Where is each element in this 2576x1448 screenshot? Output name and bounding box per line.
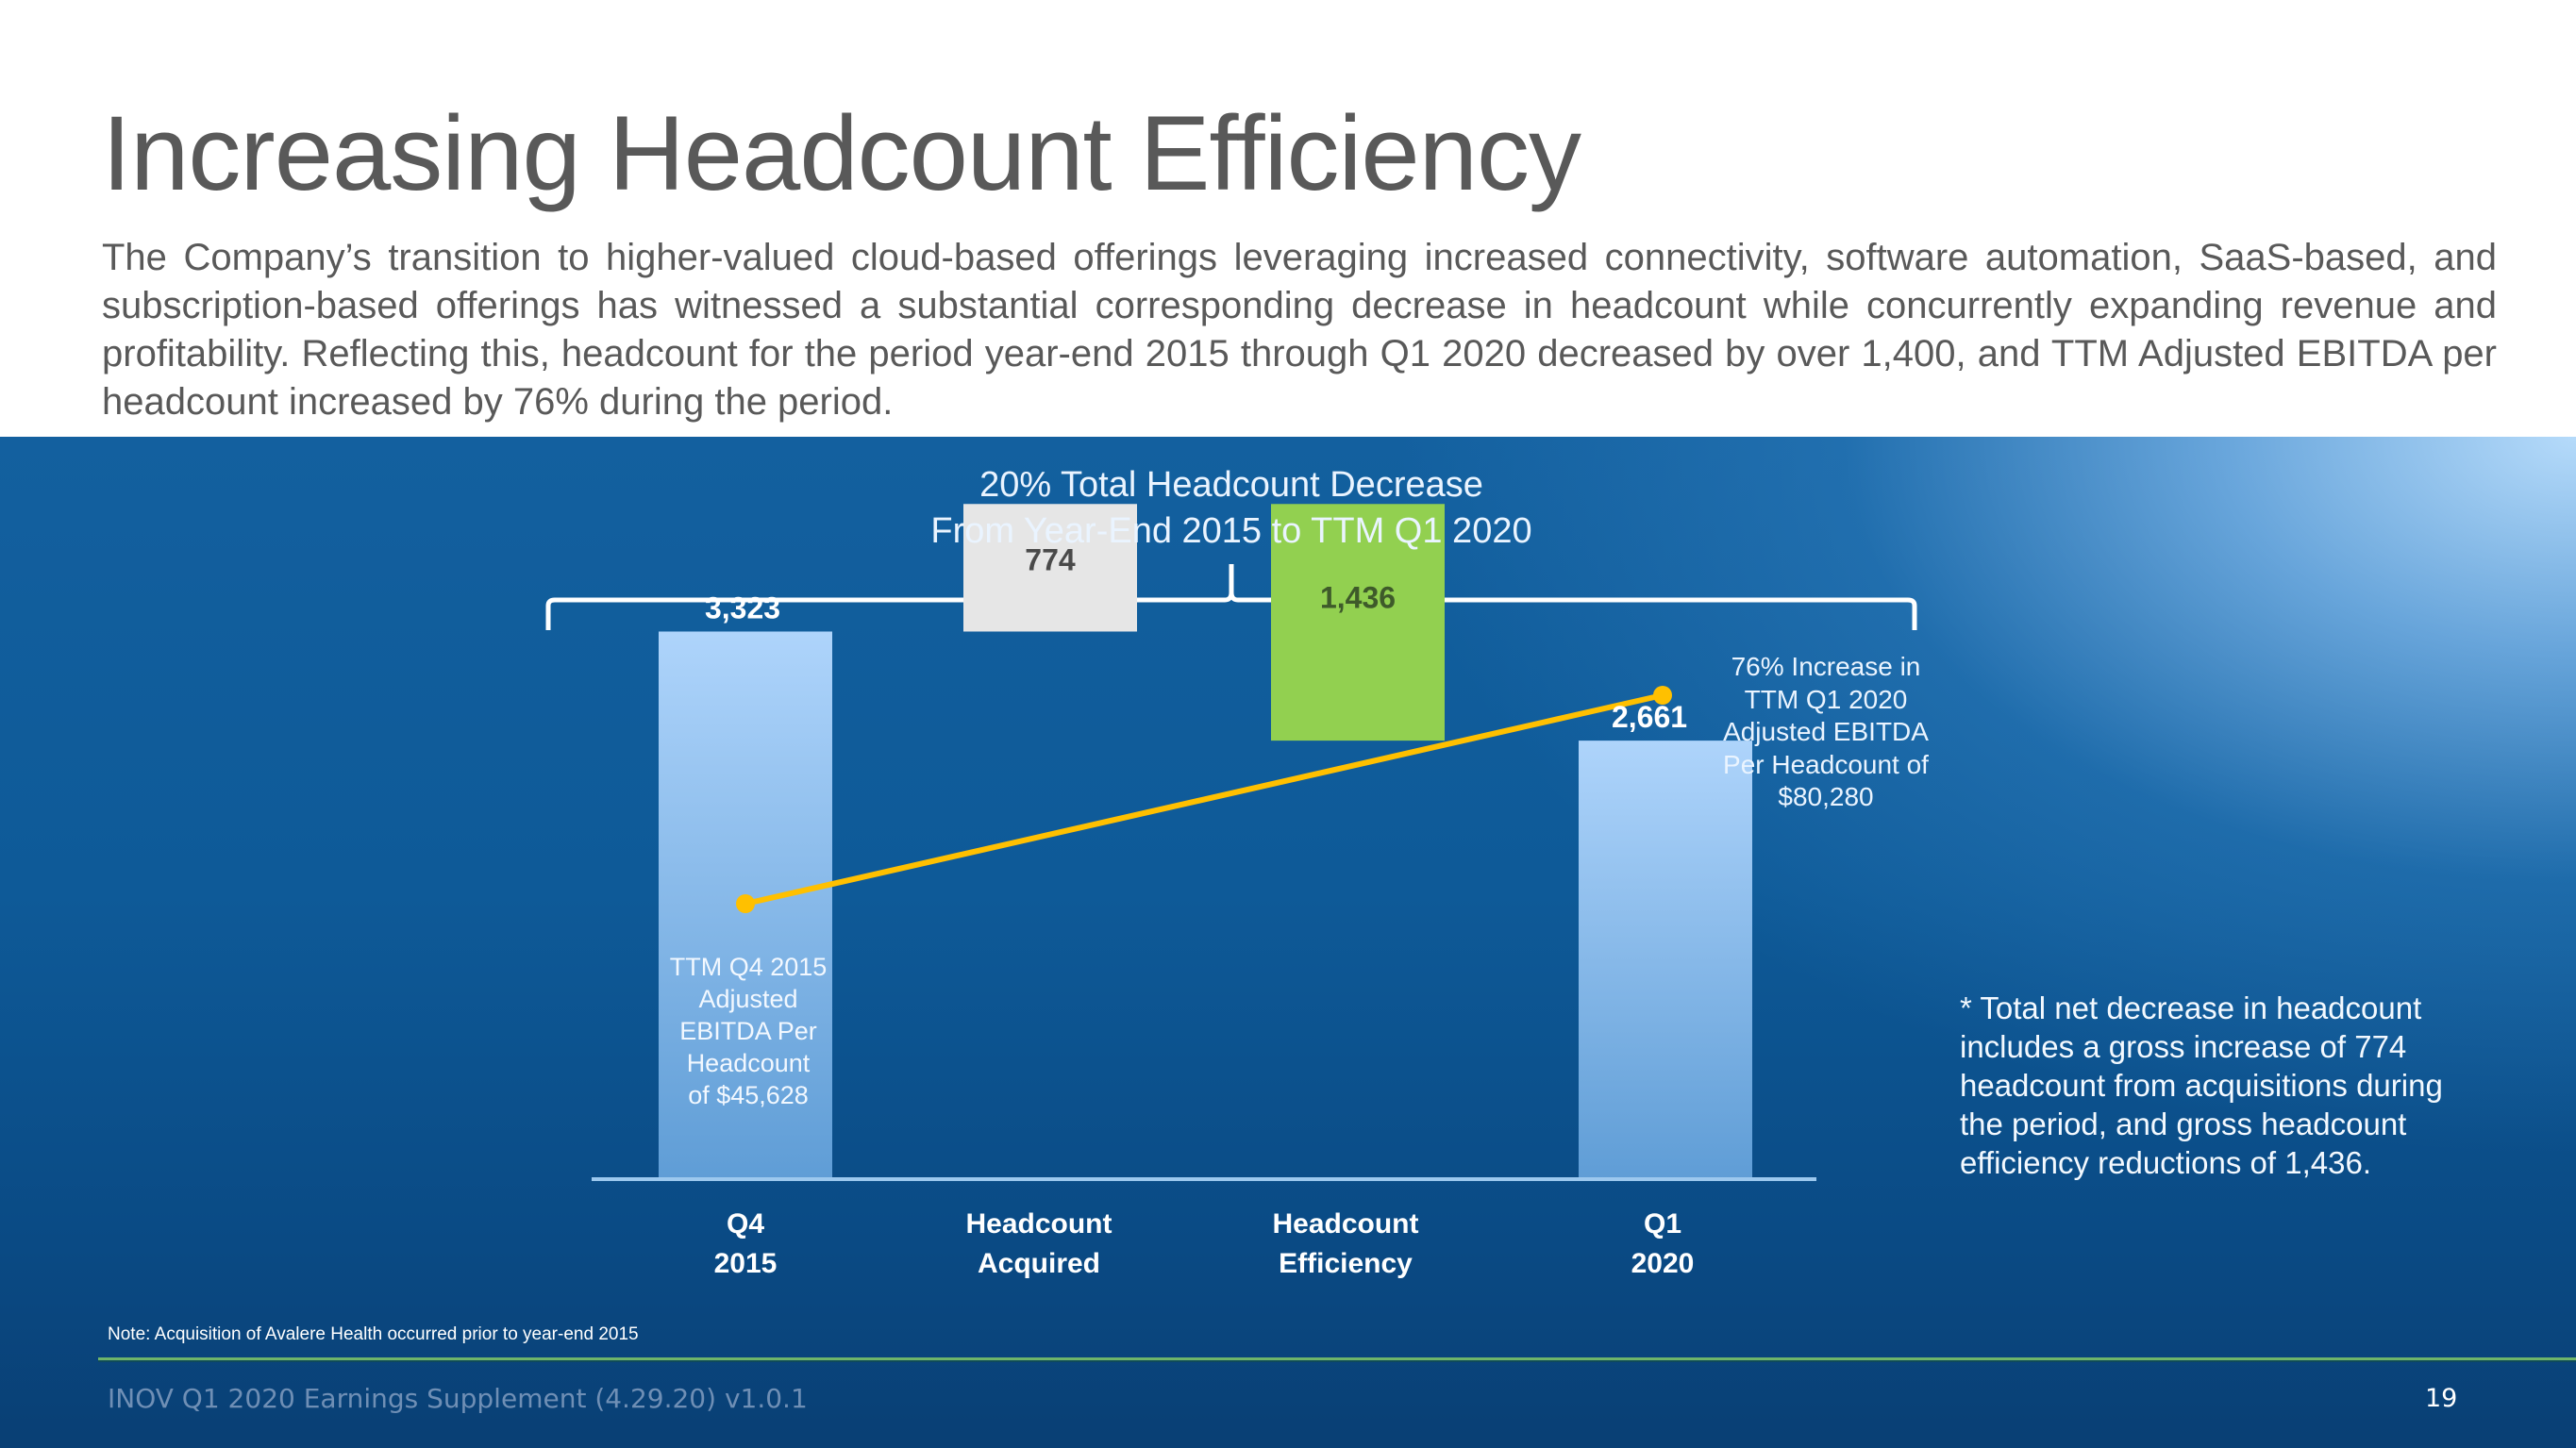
acquisition-note: Note: Acquisition of Avalere Health occu… [108,1324,639,1344]
footer-divider-shadow [98,1360,2576,1362]
x-tick-line: 2015 [713,1248,778,1279]
end-annotation-line: 76% Increase in [1731,652,1921,681]
x-tick-line: Headcount [965,1208,1112,1240]
end-annotation-line: $80,280 [1778,782,1874,811]
ebitda-point-q4-2015 [736,894,755,913]
data-label-q4-2015: 3,323 [705,591,780,624]
data-label-headcount-efficiency: 1,436 [1320,580,1396,614]
end-ebitda-annotation: 76% Increase in TTM Q1 2020 Adjusted EBI… [1689,651,1963,814]
x-tick-label-q1-2020: Q1 2020 [1540,1205,1785,1284]
start-annotation-line: of $45,628 [688,1081,809,1109]
x-tick-label-q4-2015: Q4 2015 [623,1205,868,1284]
footer-document-title: INOV Q1 2020 Earnings Supplement (4.29.2… [108,1383,808,1414]
start-ebitda-annotation: TTM Q4 2015 Adjusted EBITDA Per Headcoun… [658,951,839,1111]
x-tick-line: Acquired [977,1248,1101,1279]
headcount-footnote: * Total net decrease in headcount includ… [1960,990,2443,1180]
x-tick-line: Efficiency [1279,1248,1413,1279]
x-tick-line: 2020 [1631,1248,1695,1279]
chart-subtitle: From Year-End 2015 to TTM Q1 2020 [930,511,1532,551]
start-annotation-line: TTM Q4 2015 [669,953,828,981]
start-annotation-line: Adjusted [698,985,798,1013]
x-tick-label-headcount-efficiency: Headcount Efficiency [1223,1205,1468,1284]
page-number: 19 [2425,1384,2458,1413]
chart-heading: 20% Total Headcount Decrease From Year-E… [811,462,1651,555]
x-tick-line: Q4 [726,1208,765,1240]
end-annotation-line: Adjusted EBITDA [1723,717,1929,746]
chart-title: 20% Total Headcount Decrease [979,465,1483,505]
ebitda-per-headcount-line [744,692,1664,907]
end-annotation-line: Per Headcount of [1723,749,1929,779]
x-tick-label-headcount-acquired: Headcount Acquired [916,1205,1162,1284]
x-tick-line: Headcount [1272,1208,1419,1240]
start-annotation-line: EBITDA Per [679,1017,817,1045]
end-annotation-line: TTM Q1 2020 [1744,684,1908,714]
data-label-q1-2020: 2,661 [1612,700,1687,734]
start-annotation-line: Headcount [686,1049,811,1077]
x-tick-line: Q1 [1643,1208,1682,1240]
